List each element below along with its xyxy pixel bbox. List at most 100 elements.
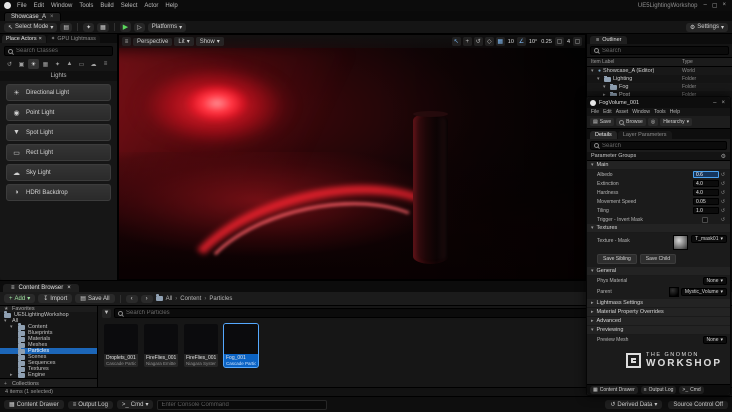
level-viewport[interactable]: ≡ Perspective Lit ▾ Show ▾ ↖ + ↺ ◇ ▦ 10 [118, 34, 586, 280]
category-volumes-icon[interactable]: ▭ [76, 59, 87, 69]
platforms-dropdown[interactable]: Platforms ▾ [147, 22, 187, 32]
minimize-icon[interactable]: – [713, 100, 716, 106]
parent-material-dropdown[interactable]: Mystic_Volume ▾ [680, 288, 727, 296]
gear-icon[interactable]: ⚙ [721, 153, 726, 160]
rotate-tool-icon[interactable]: ↺ [473, 37, 483, 46]
column-item-label[interactable]: Item Label [591, 59, 682, 65]
hierarchy-dropdown[interactable]: Hierarchy ▾ [660, 118, 693, 126]
chevron-down-icon[interactable]: ▾ [603, 84, 608, 90]
category-all-classes-icon[interactable]: ≡ [100, 59, 111, 69]
phys-material-dropdown[interactable]: None ▾ [702, 276, 727, 285]
category-lights-icon[interactable]: ☀ [28, 59, 39, 69]
section-main[interactable]: ▾ Main [587, 161, 730, 170]
select-tool-icon[interactable]: ↖ [451, 37, 461, 46]
scale-tool-icon[interactable]: ◇ [484, 37, 494, 46]
column-type[interactable]: Type [682, 59, 728, 65]
content-drawer-button[interactable]: ▦ Content Drawer [590, 386, 638, 394]
param-value-input[interactable]: 0.05 [693, 198, 719, 205]
collections-header[interactable]: + Collections [0, 379, 97, 387]
save-child-button[interactable]: Save Child [639, 254, 676, 264]
maximize-icon[interactable]: ▢ [712, 2, 718, 9]
param-value-input[interactable]: 0.6 [693, 171, 719, 178]
menu-tools[interactable]: Tools [79, 3, 93, 9]
param-value-input[interactable]: 4.0 [693, 189, 719, 196]
menu-build[interactable]: Build [100, 3, 113, 9]
close-icon[interactable]: × [722, 2, 726, 9]
menu-file[interactable]: File [591, 109, 599, 115]
derived-data-dropdown[interactable]: ↺ Derived Data ▾ [605, 400, 663, 409]
play-button[interactable]: ▶ [119, 22, 132, 32]
rotation-snap-value[interactable]: 10° [528, 39, 538, 45]
menu-actor[interactable]: Actor [144, 3, 158, 9]
texture-thumbnail[interactable] [673, 235, 689, 250]
asset-tile-fog-selected[interactable]: Fog_001 Cascade Particle Syste [223, 323, 259, 368]
breadcrumb-all[interactable]: All [166, 296, 173, 302]
grid-snap-icon[interactable]: ▦ [495, 37, 505, 46]
reset-to-default-icon[interactable]: ↺ [719, 181, 727, 187]
menu-edit[interactable]: Edit [603, 109, 612, 115]
outliner-row-world[interactable]: ▾ ● Showcase_A (Editor) World [587, 67, 732, 75]
content-drawer-button[interactable]: ▦ Content Drawer [4, 400, 64, 409]
param-value-input[interactable]: 1.0 [693, 207, 719, 214]
minimize-icon[interactable]: – [703, 2, 706, 9]
tab-details[interactable]: Details [590, 131, 617, 139]
settings-dropdown[interactable]: ⚙ Settings ▾ [685, 22, 728, 32]
show-inactive-button[interactable]: ◎ [647, 118, 659, 126]
list-item-point-light[interactable]: ◉ Point Light [6, 104, 111, 121]
reset-to-default-icon[interactable]: ↺ [719, 208, 727, 214]
close-icon[interactable]: × [39, 36, 42, 42]
forward-button[interactable]: › [140, 294, 153, 303]
param-value-input[interactable]: 4.0 [693, 180, 719, 187]
tab-place-actors[interactable]: Place Actors × [2, 35, 46, 43]
menu-window[interactable]: Window [51, 3, 72, 9]
tab-layer-parameters[interactable]: Layer Parameters [617, 131, 672, 139]
asset-tile-droplets[interactable]: Droplets_001 Cascade Particle Syste [104, 324, 138, 367]
chevron-down-icon[interactable]: ▾ [597, 76, 602, 82]
param-checkbox[interactable] [702, 216, 708, 223]
camera-speed-icon[interactable]: ▢ [554, 37, 564, 46]
save-button[interactable]: ▤ [60, 22, 73, 32]
outliner-search-input[interactable] [602, 47, 725, 54]
section-lightmass-settings[interactable]: ▸ Lightmass Settings [587, 299, 730, 308]
menu-asset[interactable]: Asset [616, 109, 629, 115]
texture-asset-dropdown[interactable]: T_mask01 ▾ [691, 235, 727, 243]
rotation-snap-icon[interactable]: ∠ [516, 37, 526, 46]
reset-to-default-icon[interactable]: ↺ [719, 190, 727, 196]
menu-help[interactable]: Help [165, 3, 177, 9]
menu-select[interactable]: Select [121, 3, 138, 9]
menu-file[interactable]: File [17, 3, 27, 9]
asset-tile-fireflies-sys[interactable]: FireFlies_001_Sys Niagara System [184, 324, 218, 367]
tab-content-browser[interactable]: ≡ Content Browser × [3, 284, 79, 292]
output-log-button[interactable]: ≡ Output Log [67, 400, 113, 409]
category-cinematic-icon[interactable]: ✦ [52, 59, 63, 69]
viewport-options-icon[interactable]: ≡ [122, 37, 131, 46]
reset-to-default-icon[interactable]: ↺ [719, 172, 727, 178]
menu-help[interactable]: Help [670, 109, 680, 115]
back-button[interactable]: ‹ [125, 294, 138, 303]
save-sibling-button[interactable]: Save Sibling [597, 254, 637, 264]
list-item-sky-light[interactable]: ☁ Sky Light [6, 164, 111, 181]
tab-gpu-lightmass[interactable]: ✦ GPU Lightmass [46, 35, 100, 43]
output-log-button[interactable]: ≡ Output Log [640, 386, 677, 394]
show-dropdown[interactable]: Show ▾ [195, 37, 224, 46]
section-material-property-overrides[interactable]: ▸ Material Property Overrides [587, 308, 730, 317]
floating-window-titlebar[interactable]: FogVolume_001 – × [587, 97, 730, 108]
save-button[interactable]: ▤ Save [590, 118, 615, 126]
preview-mesh-dropdown[interactable]: None ▾ [702, 335, 727, 344]
breadcrumb-content[interactable]: Content [180, 296, 201, 302]
list-item-spot-light[interactable]: ▼ Spot Light [6, 124, 111, 141]
chevron-down-icon[interactable]: ▾ [591, 68, 596, 74]
close-icon[interactable]: × [50, 14, 54, 20]
category-shapes-icon[interactable]: ▦ [40, 59, 51, 69]
camera-speed-value[interactable]: 4 [566, 39, 571, 45]
category-geometry-icon[interactable]: ▲ [64, 59, 75, 69]
menu-tools[interactable]: Tools [654, 109, 666, 115]
breadcrumb-particles[interactable]: Particles [209, 296, 232, 302]
source-control-button[interactable]: Source Control Off [668, 400, 728, 409]
reset-to-default-icon[interactable]: ↺ [719, 199, 727, 205]
blueprints-button[interactable]: ▦ [97, 22, 109, 32]
close-icon[interactable]: × [721, 100, 725, 106]
skip-button[interactable]: ▷ [134, 22, 145, 32]
view-mode-dropdown[interactable]: Lit ▾ [174, 37, 194, 46]
reset-to-default-icon[interactable]: ↺ [719, 217, 727, 223]
